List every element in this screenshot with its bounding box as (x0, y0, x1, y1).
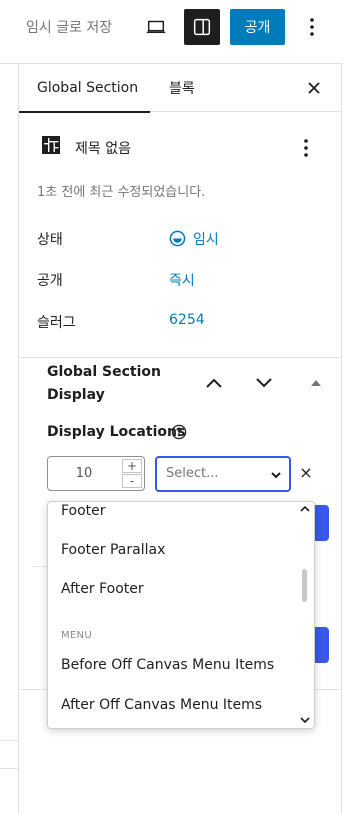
scrollbar-thumb[interactable] (302, 569, 307, 602)
divider (0, 63, 18, 64)
dropdown-option[interactable]: Before Off Canvas Menu Items (61, 657, 274, 673)
help-icon[interactable] (171, 424, 187, 440)
slug-label: 슬러그 (37, 315, 76, 331)
panel-title: Global Section Display (47, 364, 162, 403)
decrement-button[interactable]: - (122, 474, 142, 488)
scroll-up-arrow-icon[interactable] (299, 504, 311, 514)
tab-global-section[interactable]: Global Section (19, 64, 150, 113)
status-value-text: 임시 (193, 232, 219, 248)
preview-button[interactable] (138, 9, 174, 45)
status-value[interactable]: 임시 (169, 229, 219, 249)
sidebar-icon (193, 18, 211, 36)
dropdown-option[interactable]: After Off Canvas Menu Items (61, 697, 262, 713)
move-down-button[interactable] (252, 371, 276, 395)
dropdown-option[interactable]: Footer (61, 503, 106, 519)
vertical-ellipsis-icon (304, 139, 308, 157)
publish-label: 공개 (37, 273, 63, 289)
sidebar-border-right (341, 63, 342, 814)
increment-button[interactable]: + (122, 459, 142, 473)
publish-value[interactable]: 즉시 (169, 270, 195, 290)
document-actions-button[interactable] (294, 136, 318, 160)
draft-status-icon (169, 230, 186, 247)
save-draft-button[interactable]: 임시 글로 저장 (26, 17, 112, 37)
location-dropdown-list: Footer Footer Parallax After Footer MENU… (47, 501, 315, 729)
chevron-down-icon (271, 472, 281, 479)
panel-collapse-button[interactable] (304, 371, 328, 395)
dropdown-option[interactable]: Footer Parallax (61, 542, 165, 558)
sidebar-border (18, 63, 19, 814)
scroll-down-arrow-icon[interactable] (299, 715, 311, 725)
document-title: 제목 없음 (75, 141, 131, 157)
move-up-button[interactable] (202, 371, 226, 395)
laptop-icon (146, 20, 166, 34)
tab-block[interactable]: 블록 (152, 64, 212, 112)
divider (19, 357, 341, 358)
divider (33, 566, 47, 567)
vertical-ellipsis-icon (310, 18, 314, 36)
sidebar-tabs: Global Section 블록 (19, 63, 341, 113)
priority-number-field: 10 + - (47, 456, 145, 491)
dropdown-group-label: MENU (61, 630, 92, 641)
layout-icon (42, 136, 60, 154)
divider (0, 740, 18, 741)
remove-location-button[interactable]: × (297, 462, 315, 482)
display-locations-label: Display Locations (47, 424, 186, 440)
status-label: 상태 (37, 232, 63, 248)
last-modified-text: 1초 전에 최근 수정되었습니다. (37, 185, 206, 200)
settings-toggle-button[interactable] (184, 9, 220, 45)
caret-up-icon (311, 380, 321, 386)
more-options-button[interactable] (296, 9, 328, 45)
editor-toolbar: 임시 글로 저장 공개 (0, 0, 344, 54)
priority-input[interactable]: 10 (48, 457, 120, 490)
publish-button[interactable]: 공개 (230, 9, 285, 45)
location-select[interactable]: Select... (155, 456, 291, 492)
select-placeholder: Select... (166, 466, 219, 481)
divider (0, 768, 18, 769)
close-icon (308, 82, 320, 94)
close-sidebar-button[interactable] (302, 76, 326, 100)
slug-value[interactable]: 6254 (169, 312, 205, 328)
chevron-down-icon (256, 378, 272, 388)
dropdown-option[interactable]: After Footer (61, 581, 144, 597)
chevron-up-icon (206, 378, 222, 388)
